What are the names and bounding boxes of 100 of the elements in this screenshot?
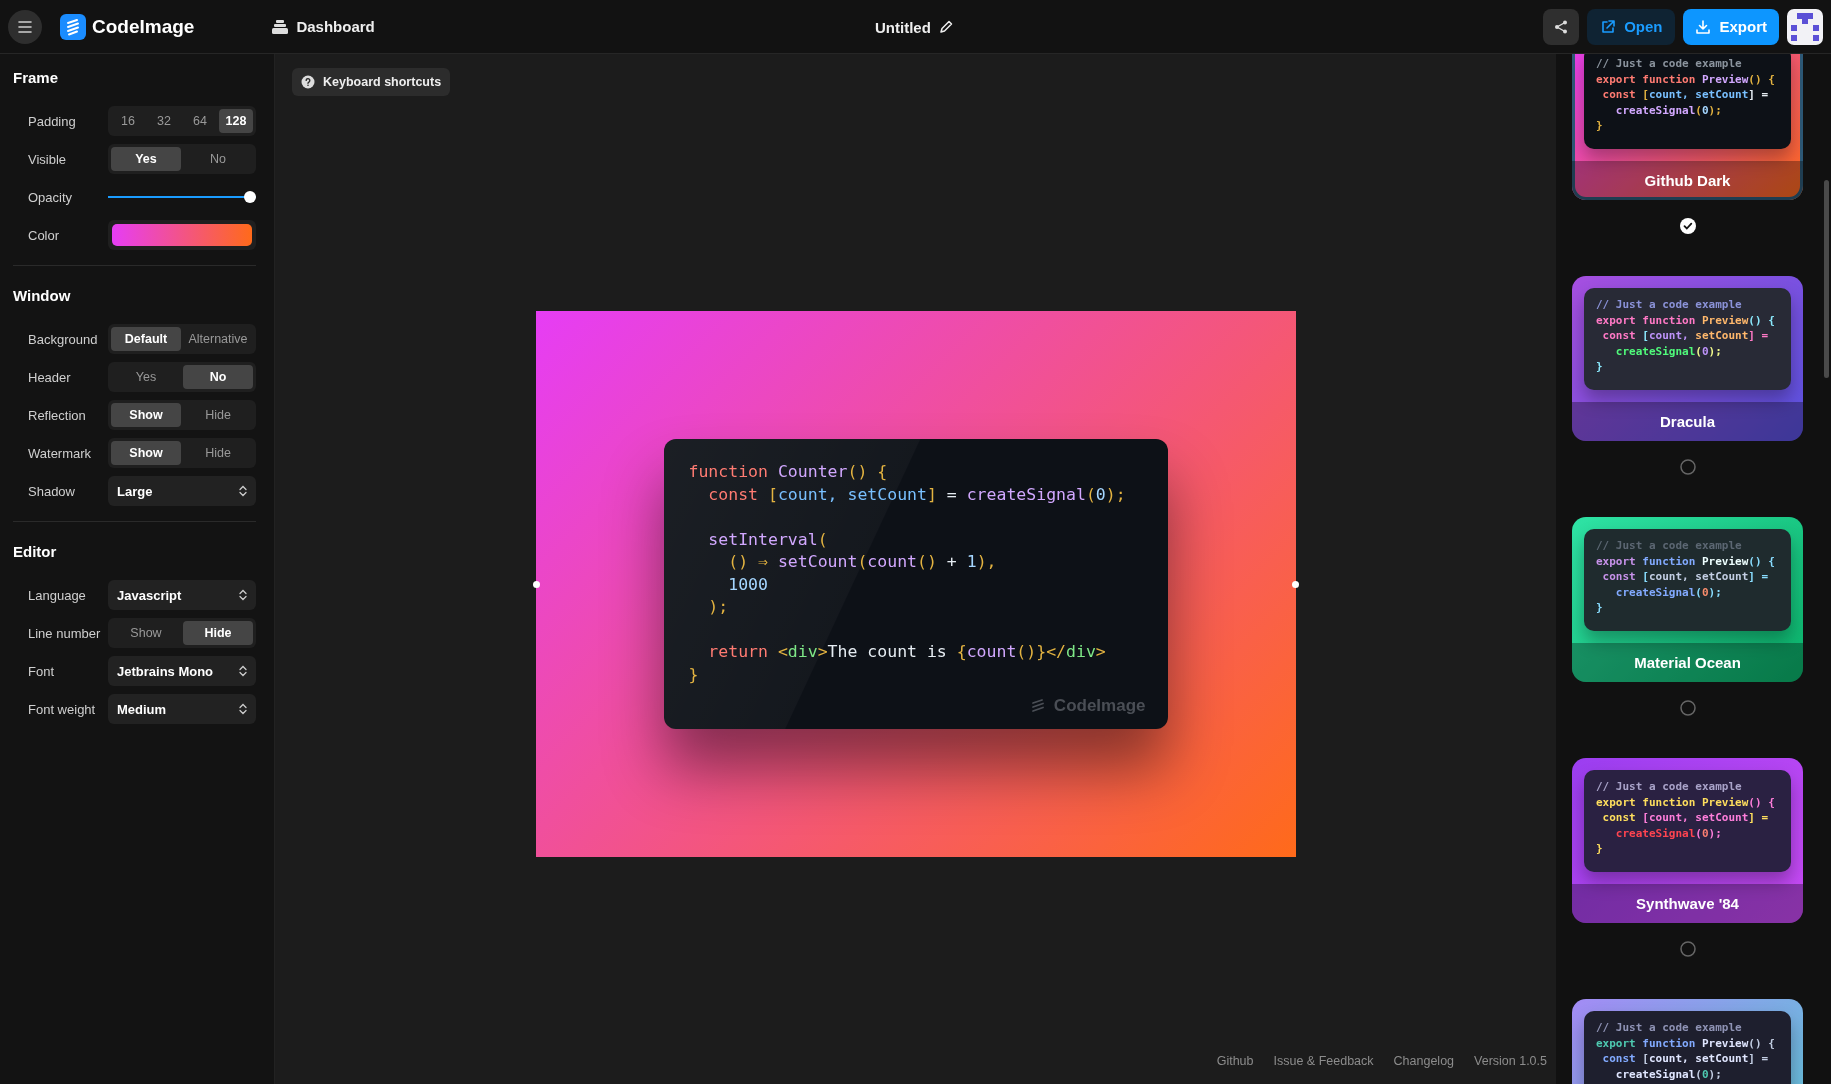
code-line: createSignal(0); (1614, 825, 1723, 841)
watermark: CodeImage (1053, 696, 1146, 716)
footer-link[interactable]: Issue & Feedback (1273, 1054, 1374, 1068)
setting-label: Language (28, 587, 87, 603)
code-line: createSignal(0); (1614, 343, 1723, 359)
menu-button[interactable] (8, 9, 42, 44)
scrollbar[interactable] (1824, 180, 1829, 378)
code-line: const [count, setCount] = (1601, 569, 1770, 585)
code-line: function Counter() { (688, 462, 888, 481)
code-line: export function Preview() { (1596, 312, 1776, 328)
setting-label: Color (28, 227, 61, 243)
segment-option[interactable]: Yes (111, 147, 181, 171)
segment-option[interactable]: No (183, 365, 253, 389)
segment-option[interactable]: Yes (111, 365, 181, 389)
setting-label: Shadow (28, 483, 76, 499)
setting-label: Visible (28, 151, 68, 167)
code-line: // Just a code example (1596, 297, 1743, 313)
segment-option[interactable]: Show (111, 403, 181, 427)
code-line: } (1596, 600, 1604, 616)
footer-link[interactable]: Changelog (1393, 1054, 1455, 1068)
setting-label: Header (28, 369, 72, 385)
segment-option[interactable]: Default (111, 327, 181, 351)
chevron-up-down-icon (239, 589, 247, 601)
theme-name: Github Dark (1572, 161, 1803, 200)
theme-name: Synthwave '84 (1572, 884, 1803, 923)
checked-radio-icon[interactable] (1679, 218, 1696, 234)
segment-option[interactable]: 128 (219, 109, 253, 133)
code-line: const [count, setCount] = (1601, 810, 1770, 826)
code-line: const [count, setCount] = (1601, 328, 1770, 344)
code-line: } (1596, 359, 1604, 375)
segment-option[interactable]: Hide (183, 621, 253, 645)
code-line: ); (707, 597, 729, 616)
section-title: Frame (13, 68, 60, 88)
code-line: createSignal(0); (1614, 1066, 1723, 1082)
code-line: export function Preview() { (1596, 553, 1776, 569)
code-line: // Just a code example (1596, 56, 1743, 72)
app-name: CodeImage (92, 15, 195, 38)
code-line: export function Preview() { (1596, 794, 1776, 810)
theme-name: Material Ocean (1572, 643, 1803, 682)
code-line: const [count, setCount] = (1601, 1051, 1770, 1067)
code-line: () ⇒ setCount(count() + 1), (727, 552, 997, 571)
code-line: export function Preview() { (1596, 71, 1776, 87)
open-button[interactable]: Open (1587, 8, 1676, 45)
document-title[interactable]: Untitled (875, 18, 931, 36)
version-text: Version 1.0.5 (1474, 1054, 1547, 1068)
radio-button[interactable] (1679, 700, 1696, 716)
segment-option[interactable]: 32 (147, 109, 181, 133)
setting-label: Padding (28, 113, 77, 129)
code-line: } (1596, 841, 1604, 857)
radio-button[interactable] (1679, 459, 1696, 475)
code-line: const [count, setCount] = createSignal(0); (707, 484, 1126, 504)
segment-option[interactable]: 64 (183, 109, 217, 133)
radio-button[interactable] (1679, 941, 1696, 957)
setting-label: Opacity (28, 189, 74, 205)
dashboard-link[interactable]: Dashboard (272, 18, 375, 35)
pencil-icon[interactable] (938, 20, 953, 34)
segment-option[interactable]: Show (111, 441, 181, 465)
theme-card[interactable]: // Just a code example export function Preview() { const [count, setCount] = createSignal(0); } Dracula (1572, 276, 1803, 441)
segment-option[interactable]: 16 (111, 109, 145, 133)
share-icon (1553, 18, 1570, 35)
setting-label: Font weight (28, 701, 97, 717)
select-field[interactable]: Jetbrains Mono (108, 656, 256, 686)
avatar[interactable] (1787, 8, 1823, 45)
setting-label: Font (28, 663, 55, 679)
logo-icon (60, 13, 86, 40)
code-line: createSignal(0); (1614, 102, 1723, 118)
segment-option[interactable]: Alternative (183, 327, 253, 351)
segment-option[interactable]: Show (111, 621, 181, 645)
resize-handle[interactable] (1291, 581, 1299, 588)
resize-handle[interactable] (532, 581, 540, 588)
stack-icon (272, 19, 289, 34)
chevron-up-down-icon (239, 485, 247, 497)
theme-card[interactable]: // Just a code example export function Preview() { const [count, setCount] = createSignal(0); } Github Dark (1572, 54, 1803, 200)
theme-card[interactable]: // Just a code example export function Preview() { const [count, setCount] = createSignal(0); } Material Ocean (1572, 517, 1803, 682)
setting-label: Watermark (28, 445, 93, 461)
menu-icon (18, 20, 32, 33)
theme-card[interactable]: // Just a code example export function Preview() { const [count, setCount] = createSignal(0); } Synthwave '84 (1572, 758, 1803, 923)
code-line: 1000 (727, 574, 768, 594)
segment-option[interactable]: Hide (183, 403, 253, 427)
footer-link[interactable]: Github (1216, 1054, 1254, 1068)
select-field[interactable]: Medium (108, 694, 256, 724)
segment-option[interactable]: No (183, 147, 253, 171)
setting-label: Background (28, 331, 99, 347)
chevron-up-down-icon (239, 703, 247, 715)
setting-label: Reflection (28, 407, 87, 423)
code-line: // Just a code example (1596, 1020, 1743, 1036)
code-line: createSignal(0); (1614, 584, 1723, 600)
code-line: return <div>The count is {count()}</div> (707, 642, 1106, 661)
opacity-slider[interactable] (108, 190, 256, 204)
select-field[interactable]: Javascript (108, 580, 256, 610)
code-line: const [count, setCount] = (1601, 87, 1770, 103)
theme-name: Dracula (1572, 402, 1803, 441)
code-line: setInterval( (707, 529, 828, 549)
theme-card[interactable]: // Just a code example export function Preview() { const [count, setCount] = createSignal(0); (1572, 999, 1803, 1084)
segment-option[interactable]: Hide (183, 441, 253, 465)
select-field[interactable]: Large (108, 476, 256, 506)
section-title: Editor (13, 542, 58, 562)
share-button[interactable] (1543, 8, 1580, 45)
keyboard-shortcuts-button[interactable]: Keyboard shortcuts (292, 68, 451, 96)
chevron-up-down-icon (239, 665, 247, 677)
